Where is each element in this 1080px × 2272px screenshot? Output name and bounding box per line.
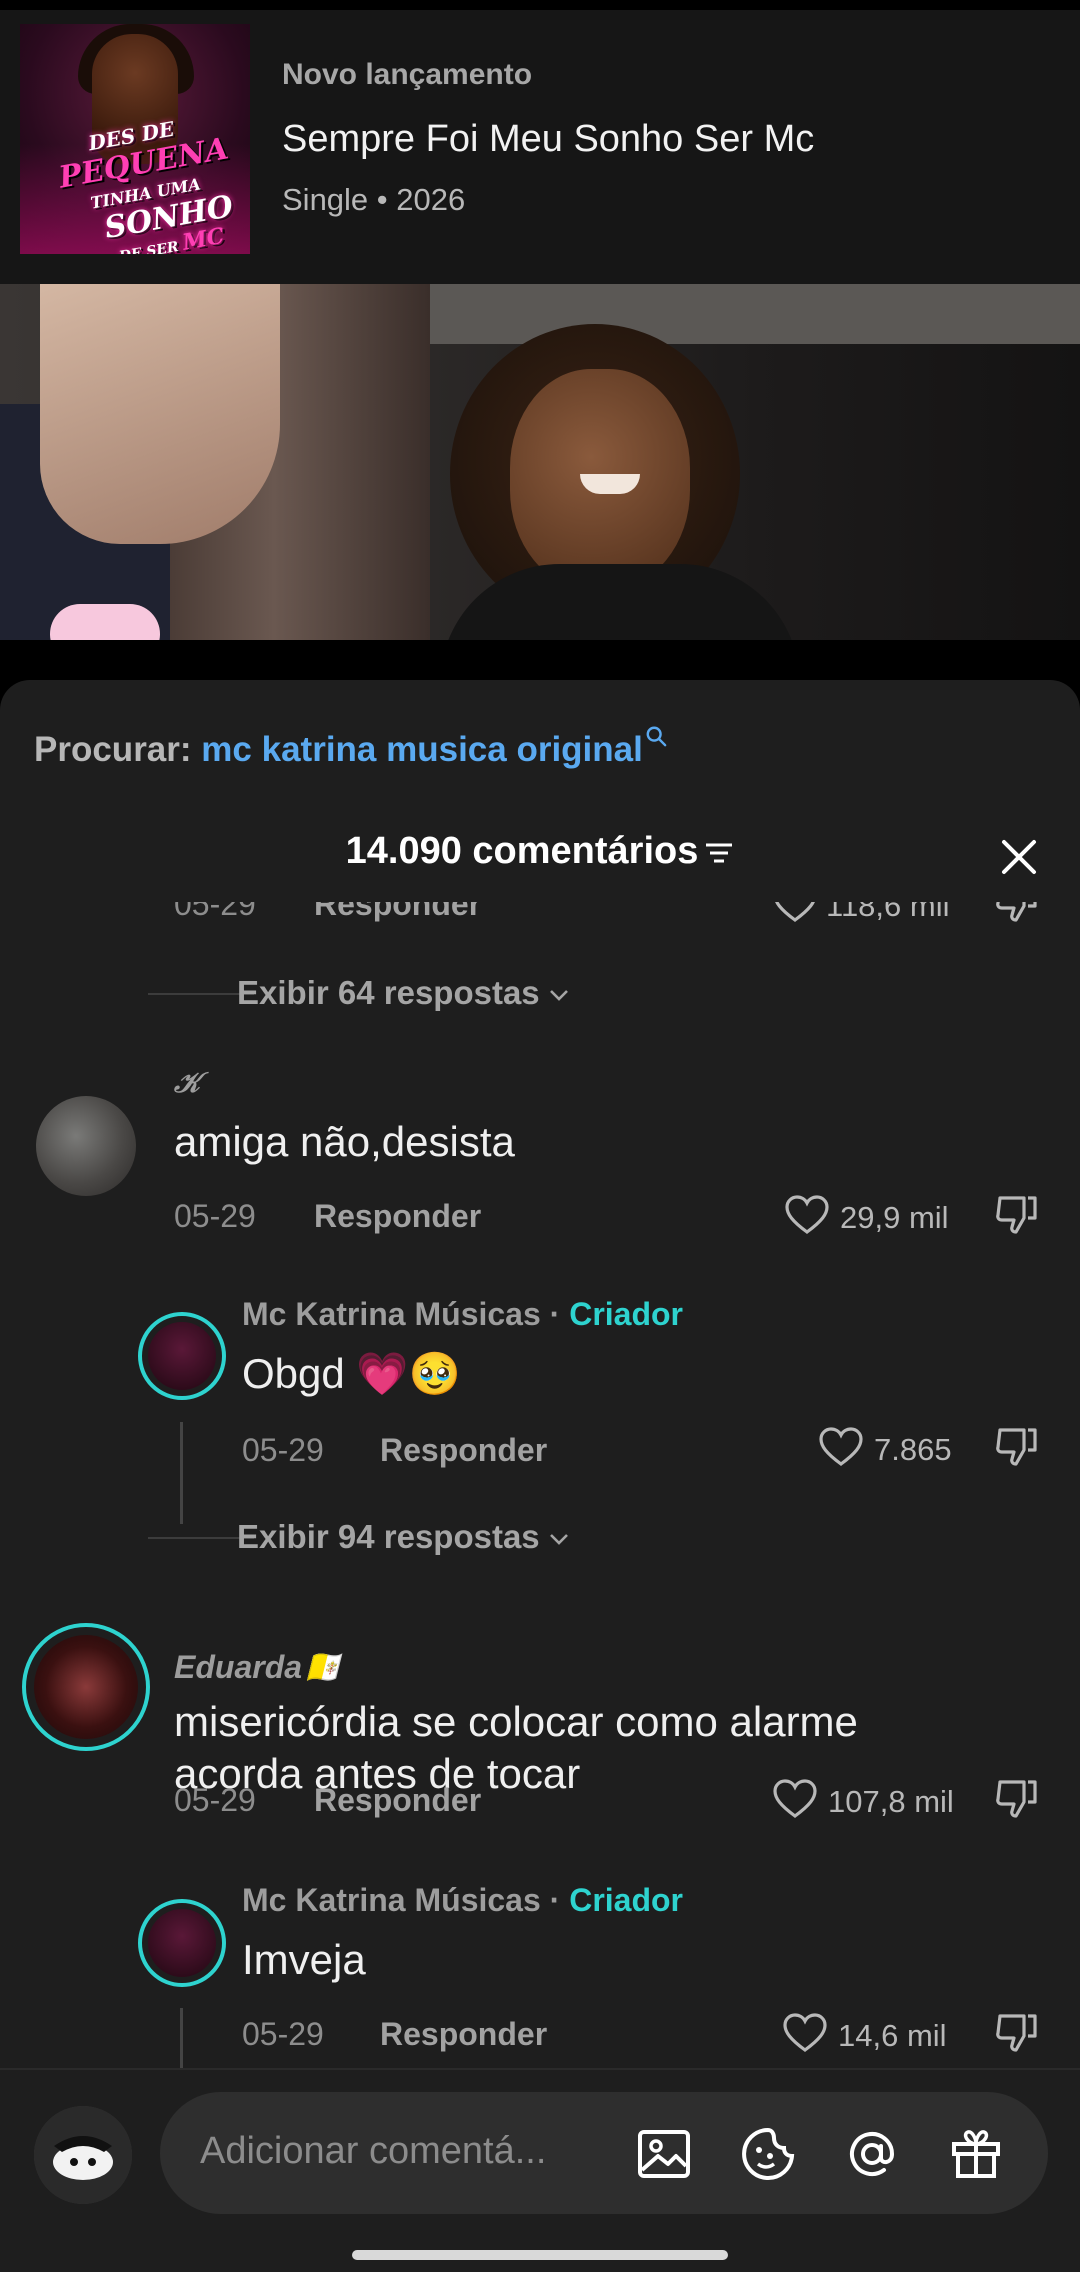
new-release-banner[interactable]: DES DE PEQUENA TINHA UMA SONHO DE SER MC…	[0, 10, 1080, 284]
filter-icon[interactable]	[704, 841, 734, 865]
username-separator: ·	[549, 1882, 561, 1918]
gift-icon[interactable]	[948, 2126, 1004, 2182]
avatar[interactable]	[148, 1909, 216, 1977]
like-count: 107,8 mil	[828, 1784, 954, 1819]
emoji-icon[interactable]	[740, 2126, 796, 2182]
comments-sheet: Procurar: mc katrina musica original 14.…	[0, 680, 1080, 2272]
comment-date: 05-29	[242, 2016, 324, 2052]
dislike-icon[interactable]	[994, 1194, 1040, 1236]
view-replies-button[interactable]: Exibir 94 respostas	[237, 1518, 570, 1556]
thread-line	[180, 2008, 183, 2068]
chevron-down-icon	[549, 1534, 568, 1546]
comments-header: 14.090 comentários	[0, 830, 1080, 873]
comment-text: Obgd 💗🥹	[242, 1350, 462, 1397]
album-cover[interactable]: DES DE PEQUENA TINHA UMA SONHO DE SER MC	[20, 24, 250, 254]
comment-text: amiga não,desista	[174, 1118, 515, 1165]
avatar-art	[34, 2106, 132, 2204]
comment-date: 05-29	[174, 902, 256, 922]
image-icon[interactable]	[636, 2126, 692, 2182]
comment-username[interactable]: Mc Katrina Músicas · Criador	[242, 1296, 683, 1333]
release-title[interactable]: Sempre Foi Meu Sonho Ser Mc	[282, 118, 814, 161]
like-count: 118,6 mil	[826, 902, 950, 923]
search-query[interactable]: mc katrina musica original	[201, 730, 643, 769]
comment-username[interactable]: 𝒦	[174, 1066, 200, 1100]
comments-count: 14.090 comentários	[345, 830, 699, 872]
like-count: 29,9 mil	[840, 1200, 949, 1235]
dislike-icon[interactable]	[994, 1426, 1040, 1468]
creator-badge: Criador	[569, 1882, 683, 1918]
reply-button[interactable]: Responder	[314, 1198, 481, 1235]
avatar[interactable]	[36, 1096, 136, 1196]
comment-input-placeholder: Adicionar comentá...	[200, 2130, 547, 2172]
comment-text: Imveja	[242, 1936, 366, 1983]
comment-composer: Adicionar comentá...	[0, 2068, 1080, 2272]
search-icon	[646, 726, 667, 747]
reply-button[interactable]: Responder	[314, 1782, 481, 1819]
heart-icon[interactable]	[772, 902, 818, 924]
comment-username[interactable]: Eduarda🇻🇦	[174, 1648, 342, 1686]
comment-input[interactable]: Adicionar comentá...	[160, 2092, 1048, 2214]
like-count: 7.865	[874, 1432, 952, 1467]
view-replies-label: Exibir 94 respostas	[237, 1518, 540, 1555]
dislike-icon[interactable]	[994, 1778, 1040, 1820]
reply-button[interactable]: Responder	[314, 902, 481, 923]
video-hand	[40, 284, 280, 544]
reply-button[interactable]: Responder	[380, 2016, 547, 2053]
comment-text-line-1: misericórdia se colocar como alarme	[174, 1698, 858, 1745]
reply-username: Mc Katrina Músicas	[242, 1296, 541, 1332]
close-icon[interactable]	[998, 836, 1040, 878]
video-ceiling	[340, 284, 1080, 344]
chevron-down-icon	[549, 990, 568, 1002]
view-replies-button[interactable]: Exibir 64 respostas	[237, 974, 570, 1012]
heart-icon[interactable]	[784, 1194, 830, 1236]
comments-list[interactable]: 05-29 Responder 118,6 mil Exibir 64 resp…	[0, 902, 1080, 2068]
comment-username[interactable]: Mc Katrina Músicas · Criador	[242, 1882, 683, 1919]
cover-text-5a: DE SER	[117, 238, 180, 254]
video-player[interactable]	[0, 284, 1080, 640]
avatar[interactable]	[148, 1322, 216, 1390]
avatar[interactable]	[34, 1635, 138, 1739]
comment-date: 05-29	[174, 1782, 256, 1818]
search-suggestion[interactable]: Procurar: mc katrina musica original	[34, 726, 667, 770]
reply-username: Mc Katrina Músicas	[242, 1882, 541, 1918]
comment-date: 05-29	[242, 1432, 324, 1468]
home-indicator[interactable]	[352, 2250, 728, 2260]
creator-badge: Criador	[569, 1296, 683, 1332]
screen: DES DE PEQUENA TINHA UMA SONHO DE SER MC…	[0, 0, 1080, 2272]
username-separator: ·	[549, 1296, 561, 1332]
thread-line	[180, 1422, 183, 1524]
heart-icon[interactable]	[818, 1426, 864, 1468]
video-pink-object	[50, 604, 160, 640]
my-avatar[interactable]	[34, 2106, 132, 2204]
dislike-icon[interactable]	[994, 2012, 1040, 2054]
dislike-icon[interactable]	[994, 902, 1040, 924]
heart-icon[interactable]	[772, 1778, 818, 1820]
view-replies-label: Exibir 64 respostas	[237, 974, 540, 1011]
release-tag: Novo lançamento	[282, 58, 533, 91]
mention-icon[interactable]	[844, 2126, 900, 2182]
search-label: Procurar:	[34, 730, 192, 769]
reply-button[interactable]: Responder	[380, 1432, 547, 1469]
heart-icon[interactable]	[782, 2012, 828, 2054]
comment-date: 05-29	[174, 1198, 256, 1234]
release-subtitle: Single • 2026	[282, 182, 466, 217]
like-count: 14,6 mil	[838, 2018, 947, 2053]
